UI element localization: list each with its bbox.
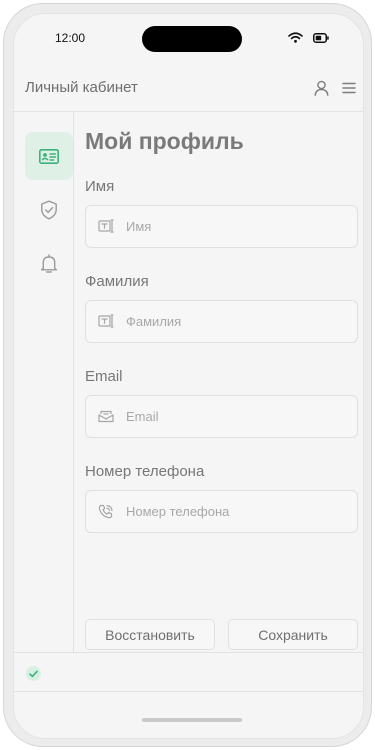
mail-icon: [98, 410, 114, 423]
sidebar-item-profile[interactable]: [25, 132, 73, 180]
phone-icon: [98, 504, 113, 519]
last-name-label: Фамилия: [85, 273, 149, 290]
phone-input[interactable]: [126, 491, 351, 532]
restore-button[interactable]: Восстановить: [85, 619, 215, 650]
phone-field[interactable]: [85, 490, 358, 533]
app-screen: 12:00 Личный кабинет Мой профиль Имя Имя…: [13, 13, 364, 739]
home-indicator[interactable]: [142, 718, 242, 722]
shield-check-icon: [41, 200, 57, 220]
email-label: Email: [85, 368, 123, 385]
camera-notch: [142, 26, 242, 52]
email-input[interactable]: [126, 396, 351, 437]
sidebar-item-notifications[interactable]: [25, 240, 73, 288]
page-title: Мой профиль: [85, 128, 244, 154]
first-name-label: Имя: [85, 178, 115, 195]
text-field-icon: [98, 219, 114, 233]
sidebar-item-security[interactable]: [25, 186, 73, 234]
phone-label: Номер телефона: [85, 463, 205, 480]
email-field[interactable]: [85, 395, 358, 438]
battery-icon: [313, 33, 329, 43]
footer-bar: [14, 652, 363, 692]
first-name-input[interactable]: [126, 206, 351, 247]
last-name-field[interactable]: [85, 300, 358, 343]
profile-form: Мой профиль Имя Фамилия: [74, 112, 363, 652]
wifi-icon: [288, 32, 303, 43]
phone-frame: 12:00 Личный кабинет Мой профиль Имя Имя…: [3, 3, 372, 747]
save-button[interactable]: Сохранить: [228, 619, 358, 650]
check-icon: [29, 670, 38, 677]
user-icon[interactable]: [314, 80, 329, 96]
status-time: 12:00: [55, 31, 86, 45]
app-header: Личный кабинет: [14, 64, 363, 112]
status-indicator: [26, 666, 41, 681]
text-field-icon: [98, 314, 114, 328]
id-card-icon: [39, 148, 59, 164]
menu-icon[interactable]: [342, 82, 356, 94]
last-name-input[interactable]: [126, 301, 351, 342]
status-bar: 12:00: [14, 14, 363, 64]
bell-icon: [40, 254, 58, 273]
sidebar: [14, 112, 74, 652]
app-title: Личный кабинет: [25, 79, 138, 96]
first-name-field[interactable]: [85, 205, 358, 248]
